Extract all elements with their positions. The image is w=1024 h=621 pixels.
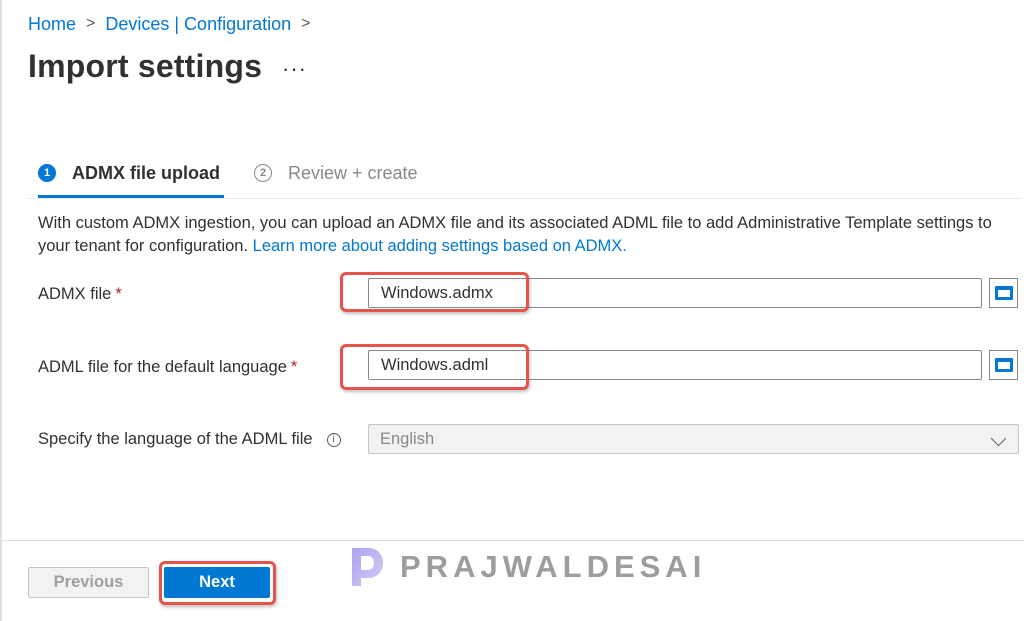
highlight-box — [340, 272, 529, 312]
highlight-box — [159, 561, 276, 605]
adml-browse-button[interactable] — [989, 350, 1018, 380]
admx-browse-button[interactable] — [989, 278, 1018, 308]
breadcrumb-devices-configuration[interactable]: Devices | Configuration — [105, 14, 291, 35]
highlight-box — [340, 344, 529, 390]
chevron-right-icon: > — [301, 15, 311, 32]
language-dropdown[interactable]: English — [368, 424, 1019, 454]
breadcrumb-home[interactable]: Home — [28, 14, 76, 35]
language-label: Specify the language of the ADML file i — [38, 430, 341, 449]
step-number-badge: 1 — [38, 164, 56, 182]
step-review-create[interactable]: 2 Review + create — [254, 163, 418, 184]
wizard-steps: 1 ADMX file upload 2 Review + create — [38, 158, 452, 188]
folder-icon — [994, 286, 1013, 300]
watermark-logo-icon — [352, 548, 383, 586]
page-title: Import settings — [28, 48, 263, 84]
admx-file-label: ADMX file * — [38, 285, 122, 304]
adml-file-label: ADML file for the default language * — [38, 358, 297, 377]
step-label: ADMX file upload — [72, 162, 220, 183]
step-label: Review + create — [288, 162, 418, 183]
watermark-text: PRAJWALDESAI — [400, 549, 707, 584]
adml-file-label-text: ADML file for the default language — [38, 358, 287, 376]
chevron-right-icon: > — [86, 15, 96, 32]
footer-divider — [0, 540, 1024, 541]
required-marker: * — [290, 358, 298, 376]
previous-button[interactable]: Previous — [28, 567, 149, 598]
admx-file-label-text: ADMX file — [38, 285, 112, 303]
breadcrumb: Home > Devices | Configuration > — [28, 12, 320, 36]
chevron-down-icon — [990, 430, 1007, 447]
step-admx-file-upload[interactable]: 1 ADMX file upload — [38, 163, 220, 184]
steps-divider — [28, 198, 1022, 199]
info-icon[interactable]: i — [326, 432, 341, 447]
folder-icon — [994, 358, 1013, 372]
language-label-text: Specify the language of the ADML file — [38, 430, 313, 448]
more-options-icon[interactable]: ··· — [282, 56, 307, 82]
language-selected-value: English — [380, 429, 435, 448]
learn-more-link[interactable]: Learn more about adding settings based o… — [253, 237, 627, 255]
left-border — [0, 0, 2, 621]
required-marker: * — [115, 285, 122, 303]
description: With custom ADMX ingestion, you can uplo… — [38, 212, 1022, 258]
step-number-badge: 2 — [254, 164, 272, 182]
watermark: PRAJWALDESAI — [350, 545, 706, 589]
